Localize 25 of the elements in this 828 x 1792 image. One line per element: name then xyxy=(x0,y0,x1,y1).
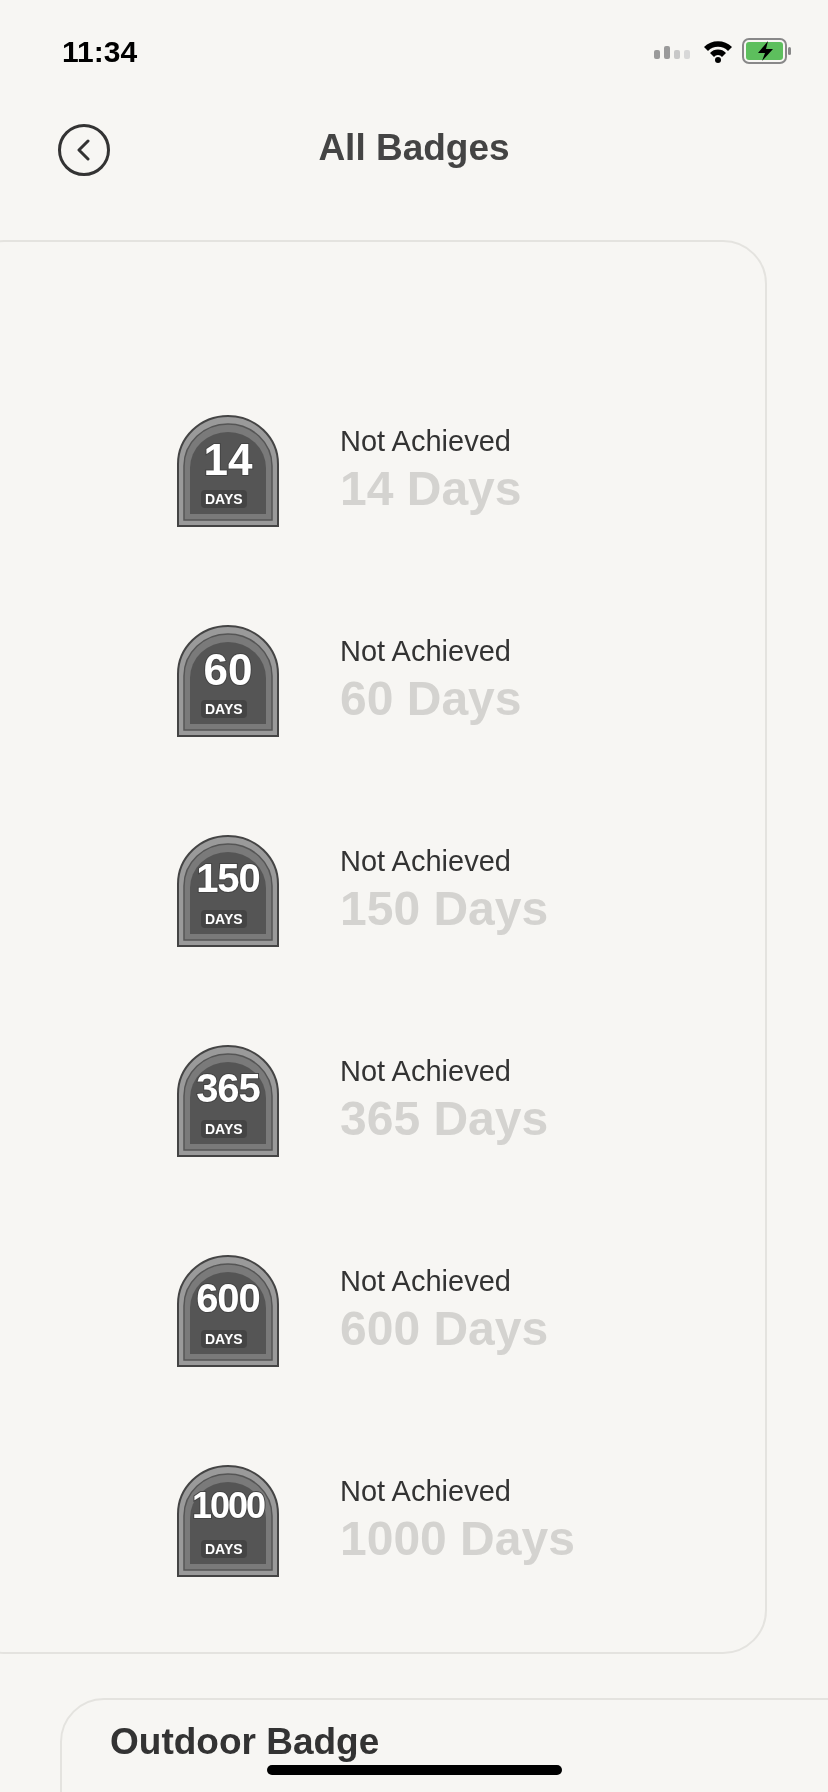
badge-caption: DAYS xyxy=(201,490,247,508)
badge-number: 600 xyxy=(195,1278,261,1318)
wifi-icon xyxy=(702,39,734,63)
badge-number: 60 xyxy=(202,648,254,692)
badge-number: 150 xyxy=(195,858,261,898)
badge-caption: DAYS xyxy=(201,1540,247,1558)
badge-caption: DAYS xyxy=(201,910,247,928)
badge-caption: DAYS xyxy=(201,1120,247,1138)
status-time: 11:34 xyxy=(62,33,138,70)
badge-status: Not Achieved xyxy=(340,1474,512,1509)
back-button[interactable] xyxy=(58,124,110,176)
badge-number: 1000 xyxy=(190,1488,266,1524)
section-title: Outdoor Badge xyxy=(110,1721,380,1762)
badge-number: 365 xyxy=(195,1068,261,1108)
battery-charging-icon xyxy=(742,38,792,64)
badge-status: Not Achieved xyxy=(340,844,512,879)
page-title: All Badges xyxy=(318,126,510,171)
badge-status: Not Achieved xyxy=(340,634,512,669)
badge-status: Not Achieved xyxy=(340,1264,512,1299)
badge-number: 14 xyxy=(202,438,254,482)
badge-caption: DAYS xyxy=(201,1330,247,1348)
badge-caption: DAYS xyxy=(201,700,247,718)
chevron-left-icon xyxy=(76,139,92,161)
badge-status: Not Achieved xyxy=(340,1054,512,1089)
badge-status: Not Achieved xyxy=(340,424,512,459)
